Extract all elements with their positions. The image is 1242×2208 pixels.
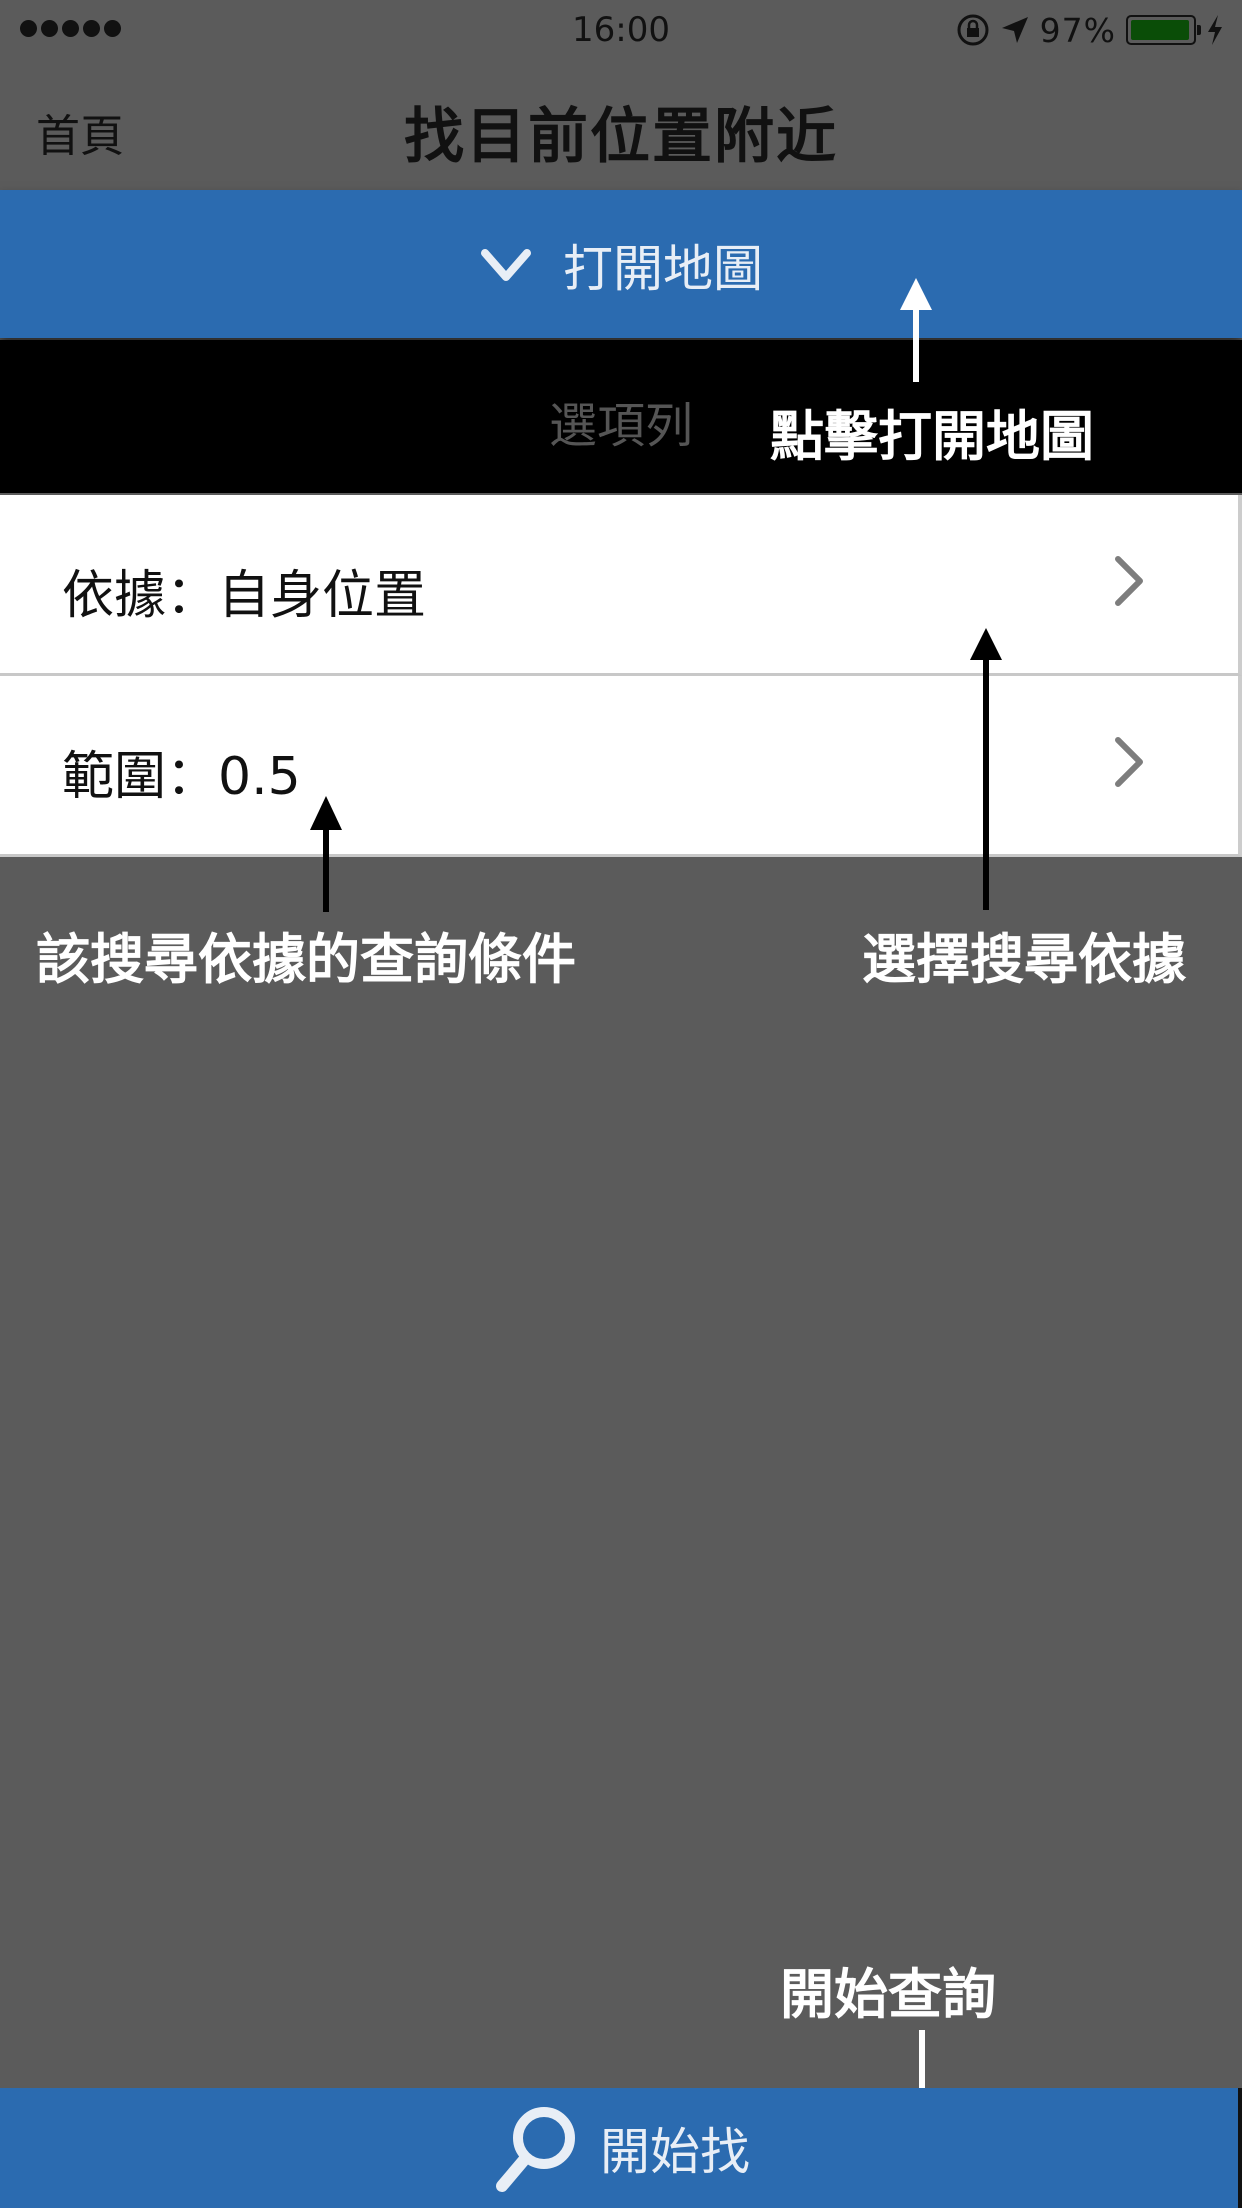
annotation-query-condition: 該搜尋依據的查詢條件 (36, 927, 576, 991)
location-arrow-icon (1001, 17, 1028, 43)
open-map-content[interactable]: 打開地圖 (0, 230, 1242, 300)
battery-fill (1131, 20, 1190, 40)
annotation-start-query: 開始查詢 (780, 1962, 996, 2026)
page-title: 找目前位置附近 (404, 102, 838, 172)
rotation-lock-icon (957, 14, 989, 46)
start-search-label: 開始找 (600, 2123, 750, 2181)
list-item-search-basis[interactable]: 依據：自身位置 (0, 495, 1242, 676)
status-right-group: 97% (956, 8, 1224, 52)
arrow-up-icon (970, 628, 1002, 910)
search-basis-label: 依據：自身位置 (62, 566, 427, 626)
chevron-right-icon (1115, 556, 1143, 606)
battery-percent: 97% (1039, 10, 1116, 50)
status-bar: 16:00 97% (0, 0, 1242, 62)
range-label: 範圍：0.5 (62, 747, 301, 807)
charging-bolt-icon (1208, 15, 1222, 45)
open-map-label: 打開地圖 (563, 240, 763, 298)
battery-icon (1126, 15, 1201, 45)
arrow-up-icon (310, 796, 342, 912)
chevron-right-icon (1115, 737, 1143, 787)
list-item-range[interactable]: 範圍：0.5 (0, 676, 1242, 857)
search-icon (496, 2107, 575, 2192)
annotation-choose-basis: 選擇搜尋依據 (862, 927, 1186, 991)
arrow-up-icon (900, 278, 932, 382)
chevron-down-icon (481, 249, 531, 281)
start-search-content[interactable]: 開始找 (0, 2100, 1242, 2196)
annotation-open-map: 點擊打開地圖 (770, 404, 1094, 468)
